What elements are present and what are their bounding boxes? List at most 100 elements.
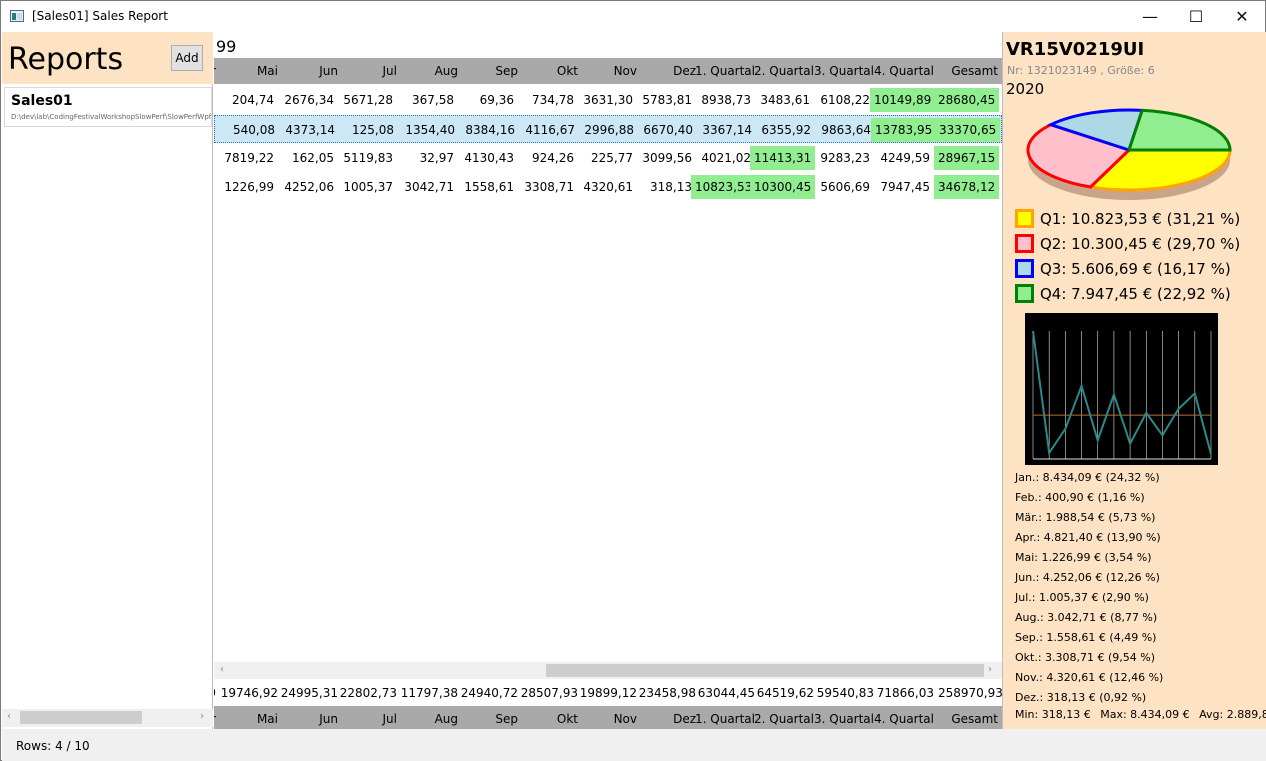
footer-col-4[interactable]: Aug: [398, 706, 458, 729]
table-cell[interactable]: 9863,64: [811, 116, 875, 144]
table-cell[interactable]: 28967,15: [934, 144, 1000, 172]
header-col-11[interactable]: 3. Quartal: [814, 58, 874, 84]
table-cell[interactable]: 9283,23: [810, 144, 874, 172]
maximize-button[interactable]: ☐: [1173, 1, 1219, 32]
table-cell[interactable]: 3483,61: [750, 86, 814, 114]
table-row[interactable]: 7819,22 162,05 5119,83 32,97 4130,43 924,26 22…: [214, 144, 1002, 172]
footer-col-3[interactable]: Jul: [337, 706, 397, 729]
minimize-button[interactable]: —: [1127, 1, 1173, 32]
header-col-2[interactable]: Jun: [278, 58, 338, 84]
header-col-10[interactable]: 2. Quartal: [754, 58, 814, 84]
footer-col-2[interactable]: Jun: [278, 706, 338, 729]
scroll-right-icon[interactable]: ›: [988, 664, 992, 675]
table-cell[interactable]: 10823,53: [691, 173, 757, 201]
header-col-4[interactable]: Aug: [398, 58, 458, 84]
reports-horizontal-scrollbar[interactable]: ‹ ›: [2, 709, 213, 727]
table-cell[interactable]: 7947,45: [870, 173, 934, 201]
scroll-left-icon[interactable]: ‹: [7, 711, 11, 722]
table-cell[interactable]: 5783,81: [632, 86, 696, 114]
table-cell[interactable]: 125,08: [334, 116, 398, 144]
scroll-thumb[interactable]: [546, 664, 984, 677]
table-cell[interactable]: 1226,99: [214, 173, 278, 201]
table-cell[interactable]: 540,08: [215, 116, 279, 144]
search-input[interactable]: 99: [214, 34, 1002, 58]
table-cell[interactable]: 8938,73: [691, 86, 755, 114]
table-cell[interactable]: 6108,22: [810, 86, 874, 114]
table-cell[interactable]: 6670,40: [633, 116, 697, 144]
table-cell[interactable]: 204,74: [214, 86, 278, 114]
table-cell[interactable]: 33370,65: [935, 116, 1001, 144]
table-row[interactable]: 540,08 4373,14 125,08 1354,40 8384,16 4116,67…: [214, 115, 1002, 143]
footer-col-11[interactable]: 3. Quartal: [814, 706, 874, 729]
header-col-13[interactable]: Gesamt: [938, 58, 998, 84]
table-cell[interactable]: 4320,61: [573, 173, 637, 201]
table-cell[interactable]: 924,26: [514, 144, 578, 172]
close-button[interactable]: ✕: [1219, 1, 1265, 32]
table-cell[interactable]: 4021,02: [691, 144, 755, 172]
header-col-5[interactable]: Sep: [458, 58, 518, 84]
header-col-7[interactable]: Nov: [577, 58, 637, 84]
footer-col-12[interactable]: 4. Quartal: [874, 706, 934, 729]
footer-col-6[interactable]: Okt: [518, 706, 578, 729]
table-cell[interactable]: 4373,14: [275, 116, 339, 144]
table-cell[interactable]: 1558,61: [454, 173, 518, 201]
table-cell[interactable]: 34678,12: [934, 173, 1000, 201]
table-cell[interactable]: 318,13: [632, 173, 696, 201]
header-col-3[interactable]: Jul: [337, 58, 397, 84]
table-cell[interactable]: 69,36: [454, 86, 518, 114]
table-cell[interactable]: 367,58: [394, 86, 458, 114]
grid-horizontal-scrollbar[interactable]: ‹ ›: [214, 662, 1002, 679]
footer-col-13[interactable]: Gesamt: [938, 706, 998, 729]
table-cell[interactable]: 2676,34: [274, 86, 338, 114]
table-cell[interactable]: 5606,69: [810, 173, 874, 201]
table-cell[interactable]: 10300,45: [750, 173, 816, 201]
footer-col-8[interactable]: Dez: [636, 706, 696, 729]
table-cell[interactable]: 3308,71: [514, 173, 578, 201]
table-cell[interactable]: 3631,30: [573, 86, 637, 114]
table-cell[interactable]: 3042,71: [394, 173, 458, 201]
table-cell[interactable]: 10149,89: [870, 86, 936, 114]
table-row[interactable]: 204,74 2676,34 5671,28 367,58 69,36 734,78 363…: [214, 86, 1002, 114]
cell-value: 9863,64: [821, 123, 871, 137]
table-cell[interactable]: 1354,40: [395, 116, 459, 144]
header-col-8[interactable]: Dez: [636, 58, 696, 84]
footer-col-9[interactable]: 1. Quartal: [695, 706, 755, 729]
table-cell[interactable]: 3099,56: [632, 144, 696, 172]
scroll-left-icon[interactable]: ‹: [220, 664, 224, 675]
table-cell[interactable]: 1005,37: [333, 173, 397, 201]
table-cell[interactable]: 7819,22: [214, 144, 278, 172]
table-cell[interactable]: 2996,88: [574, 116, 638, 144]
report-item-sales01[interactable]: Sales01 D:\dev\lab\CodingFestivalWorksho…: [4, 87, 212, 127]
footer-col-1[interactable]: Mai: [218, 706, 278, 729]
footer-col-0[interactable]: r: [214, 706, 216, 729]
table-cell[interactable]: 734,78: [514, 86, 578, 114]
table-cell[interactable]: 3367,14: [692, 116, 756, 144]
table-cell[interactable]: 5119,83: [333, 144, 397, 172]
scroll-thumb[interactable]: [20, 711, 142, 724]
table-cell[interactable]: 11413,31: [750, 144, 816, 172]
header-col-6[interactable]: Okt: [518, 58, 578, 84]
header-col-0[interactable]: r: [214, 58, 216, 84]
table-cell[interactable]: 4252,06: [274, 173, 338, 201]
scroll-right-icon[interactable]: ›: [200, 711, 204, 722]
header-col-12[interactable]: 4. Quartal: [874, 58, 934, 84]
table-cell[interactable]: 6355,92: [751, 116, 815, 144]
table-cell[interactable]: 162,05: [274, 144, 338, 172]
table-cell[interactable]: 13783,95: [871, 116, 937, 144]
footer-col-5[interactable]: Sep: [458, 706, 518, 729]
table-cell[interactable]: 28680,45: [934, 86, 1000, 114]
table-cell[interactable]: 4130,43: [454, 144, 518, 172]
table-cell[interactable]: 4116,67: [515, 116, 579, 144]
footer-col-7[interactable]: Nov: [577, 706, 637, 729]
table-cell[interactable]: 225,77: [573, 144, 637, 172]
header-col-9[interactable]: 1. Quartal: [695, 58, 755, 84]
table-cell[interactable]: 32,97: [394, 144, 458, 172]
app-window: [Sales01] Sales Report — ☐ ✕ Reports Add…: [0, 0, 1266, 761]
footer-col-10[interactable]: 2. Quartal: [754, 706, 814, 729]
table-cell[interactable]: 4249,59: [870, 144, 934, 172]
table-cell[interactable]: 8384,16: [455, 116, 519, 144]
add-report-button[interactable]: Add: [171, 45, 203, 71]
header-col-1[interactable]: Mai: [218, 58, 278, 84]
table-cell[interactable]: 5671,28: [333, 86, 397, 114]
table-row[interactable]: 1226,99 4252,06 1005,37 3042,71 1558,61 3308,…: [214, 173, 1002, 201]
